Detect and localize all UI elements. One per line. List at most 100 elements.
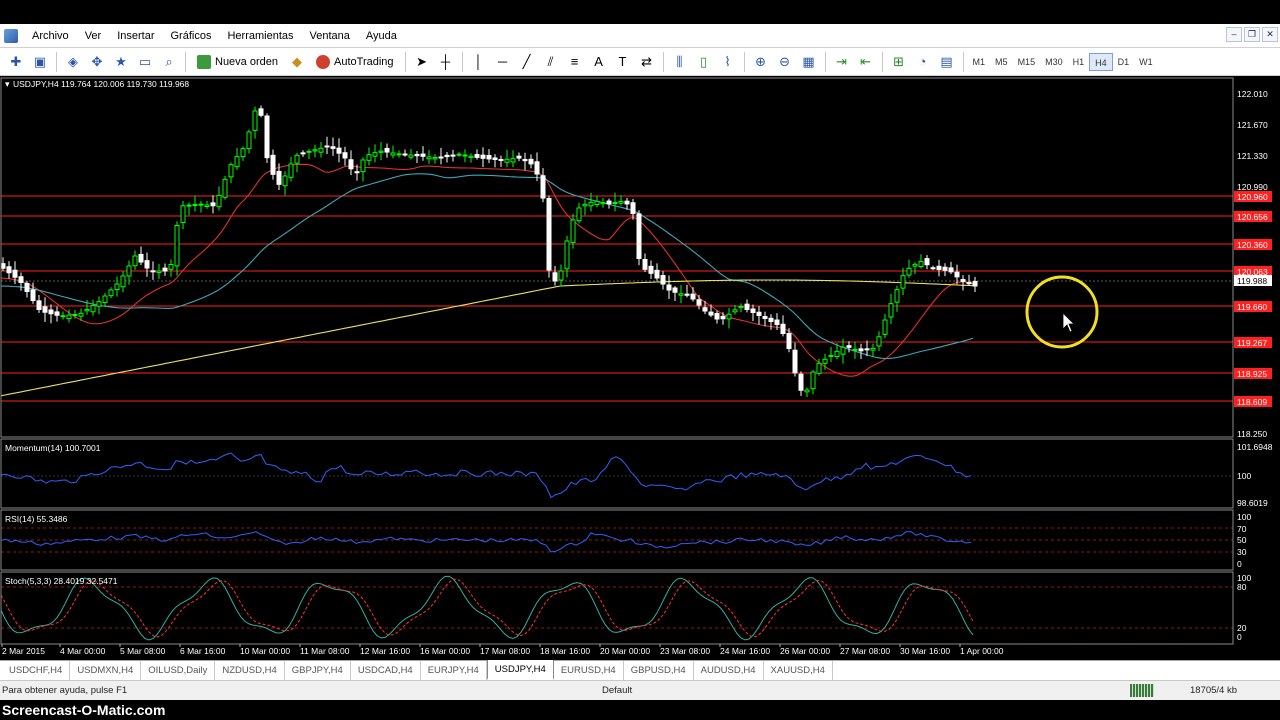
candle-body [720, 315, 726, 320]
status-profile[interactable]: Default [602, 685, 632, 696]
timeframe-m30[interactable]: M30 [1040, 53, 1068, 71]
cursor-highlight-circle [1025, 275, 1099, 349]
timeframe-w1[interactable]: W1 [1134, 53, 1158, 71]
candle-body [558, 270, 564, 281]
new-order-button[interactable]: Nueva orden [190, 51, 285, 73]
bar-chart-icon[interactable]: ⫼ [669, 51, 691, 73]
new-order-label: Nueva orden [215, 55, 278, 68]
candle-body [210, 202, 216, 207]
pane-frame [0, 571, 1234, 645]
tab-oilusd[interactable]: OILUSD,Daily [141, 661, 216, 680]
new-chart-icon[interactable]: ✚ [5, 51, 27, 73]
restore-icon[interactable]: ❐ [1244, 27, 1260, 42]
timeframe-d1[interactable]: D1 [1113, 53, 1135, 71]
cursor-icon[interactable]: ➤ [411, 51, 433, 73]
line-chart-icon[interactable]: ⌇ [717, 51, 739, 73]
autotrading-button[interactable]: AutoTrading [309, 51, 401, 73]
metaeditor-icon[interactable]: ◆ [286, 51, 308, 73]
candlestick-icon[interactable]: ▯ [693, 51, 715, 73]
tab-audusd[interactable]: AUDUSD,H4 [694, 661, 764, 680]
menu-ver[interactable]: Ver [77, 30, 110, 42]
trendline-icon[interactable]: ╱ [516, 51, 538, 73]
data-window-icon[interactable]: ✥ [86, 51, 108, 73]
menu-archivo[interactable]: Archivo [24, 30, 77, 42]
tab-nzdusd[interactable]: NZDUSD,H4 [215, 661, 285, 680]
candle-body [804, 389, 810, 393]
channel-icon[interactable]: ⫽ [540, 51, 562, 73]
timeframe-h1[interactable]: H1 [1068, 53, 1090, 71]
candle-body [774, 319, 780, 326]
candle-body [192, 204, 198, 206]
profiles-icon[interactable]: ▣ [29, 51, 51, 73]
arrows-icon[interactable]: ⇄ [636, 51, 658, 73]
templates-icon[interactable]: ▤ [936, 51, 958, 73]
terminal-icon[interactable]: ▭ [134, 51, 156, 73]
autoscroll-icon[interactable]: ⇥ [831, 51, 853, 73]
strategy-tester-icon[interactable]: ⌕ [158, 51, 180, 73]
timeframe-m1[interactable]: M1 [968, 53, 991, 71]
menu-ayuda[interactable]: Ayuda [358, 30, 405, 42]
time-label: 2 Mar 2015 [2, 646, 45, 656]
candle-body [966, 281, 972, 285]
tab-usdmxn[interactable]: USDMXN,H4 [70, 661, 142, 680]
candle-body [948, 267, 954, 273]
candle-body [870, 347, 876, 351]
tab-eurjpy[interactable]: EURJPY,H4 [421, 661, 487, 680]
zoom-in-icon[interactable]: ⊕ [750, 51, 772, 73]
candle-body [222, 178, 228, 198]
text-icon[interactable]: A [588, 51, 610, 73]
close-icon[interactable]: ✕ [1262, 27, 1278, 42]
menu-ventana[interactable]: Ventana [302, 30, 358, 42]
tab-gbpusd[interactable]: GBPUSD,H4 [624, 661, 694, 680]
candle-body [666, 284, 672, 291]
candle-body [876, 336, 882, 347]
app-icon [4, 28, 18, 43]
navigator-icon[interactable]: ★ [110, 51, 132, 73]
indicators-icon[interactable]: ⊞ [888, 51, 910, 73]
chart-window[interactable]: ▾ USDJPY,H4 119.764 120.006 119.730 119.… [0, 76, 1280, 660]
minimize-icon[interactable]: ‒ [1226, 27, 1242, 42]
vertical-line-icon[interactable]: │ [468, 51, 490, 73]
timeframe-h4[interactable]: H4 [1089, 52, 1113, 71]
label-icon[interactable]: T [612, 51, 634, 73]
tab-usdchf[interactable]: USDCHF,H4 [2, 661, 71, 680]
chart-frames [0, 77, 1234, 645]
tab-usdcad[interactable]: USDCAD,H4 [351, 661, 421, 680]
menu-insertar[interactable]: Insertar [109, 30, 162, 42]
candle-body [750, 308, 756, 313]
rsi-label: RSI(14) 55.3486 [5, 514, 68, 524]
candle-body [510, 158, 516, 163]
fibonacci-icon[interactable]: ≡ [564, 51, 586, 73]
candle-body [768, 317, 774, 322]
market-watch-icon[interactable]: ◈ [62, 51, 84, 73]
price-chart[interactable]: ▾ USDJPY,H4 119.764 120.006 119.730 119.… [0, 76, 1280, 660]
candle-body [690, 293, 696, 300]
horizontal-line-icon[interactable]: ─ [492, 51, 514, 73]
horizontal-lines[interactable] [1, 195, 1233, 402]
periods-icon[interactable]: ◔ [912, 51, 934, 73]
candle-body [54, 311, 60, 316]
tile-windows-icon[interactable]: ▦ [798, 51, 820, 73]
menu-herramientas[interactable]: Herramientas [219, 30, 301, 42]
timeframe-m15[interactable]: M15 [1013, 53, 1041, 71]
timeframe-m5[interactable]: M5 [990, 53, 1013, 71]
tab-eurusd[interactable]: EURUSD,H4 [554, 661, 624, 680]
menu-graficos[interactable]: Gráficos [163, 30, 220, 42]
toolbar-divider [56, 51, 57, 72]
crosshair-icon[interactable]: ┼ [435, 51, 457, 73]
candle-body [444, 154, 450, 158]
candle-body [654, 269, 660, 279]
zoom-out-icon[interactable]: ⊖ [774, 51, 796, 73]
tab-gbpjpy[interactable]: GBPJPY,H4 [285, 661, 351, 680]
chart-shift-icon[interactable]: ⇤ [855, 51, 877, 73]
candle-body [960, 279, 966, 282]
candle-body [846, 345, 852, 348]
candle-body [426, 156, 432, 160]
tab-usdjpy[interactable]: USDJPY,H4 [486, 660, 554, 680]
candle-body [684, 293, 690, 296]
candle-body [810, 371, 816, 390]
momentum-scale: 101.6948 [1237, 442, 1273, 452]
candle-body [732, 309, 738, 313]
candle-body [972, 280, 978, 287]
tab-xauusd[interactable]: XAUUSD,H4 [764, 661, 833, 680]
